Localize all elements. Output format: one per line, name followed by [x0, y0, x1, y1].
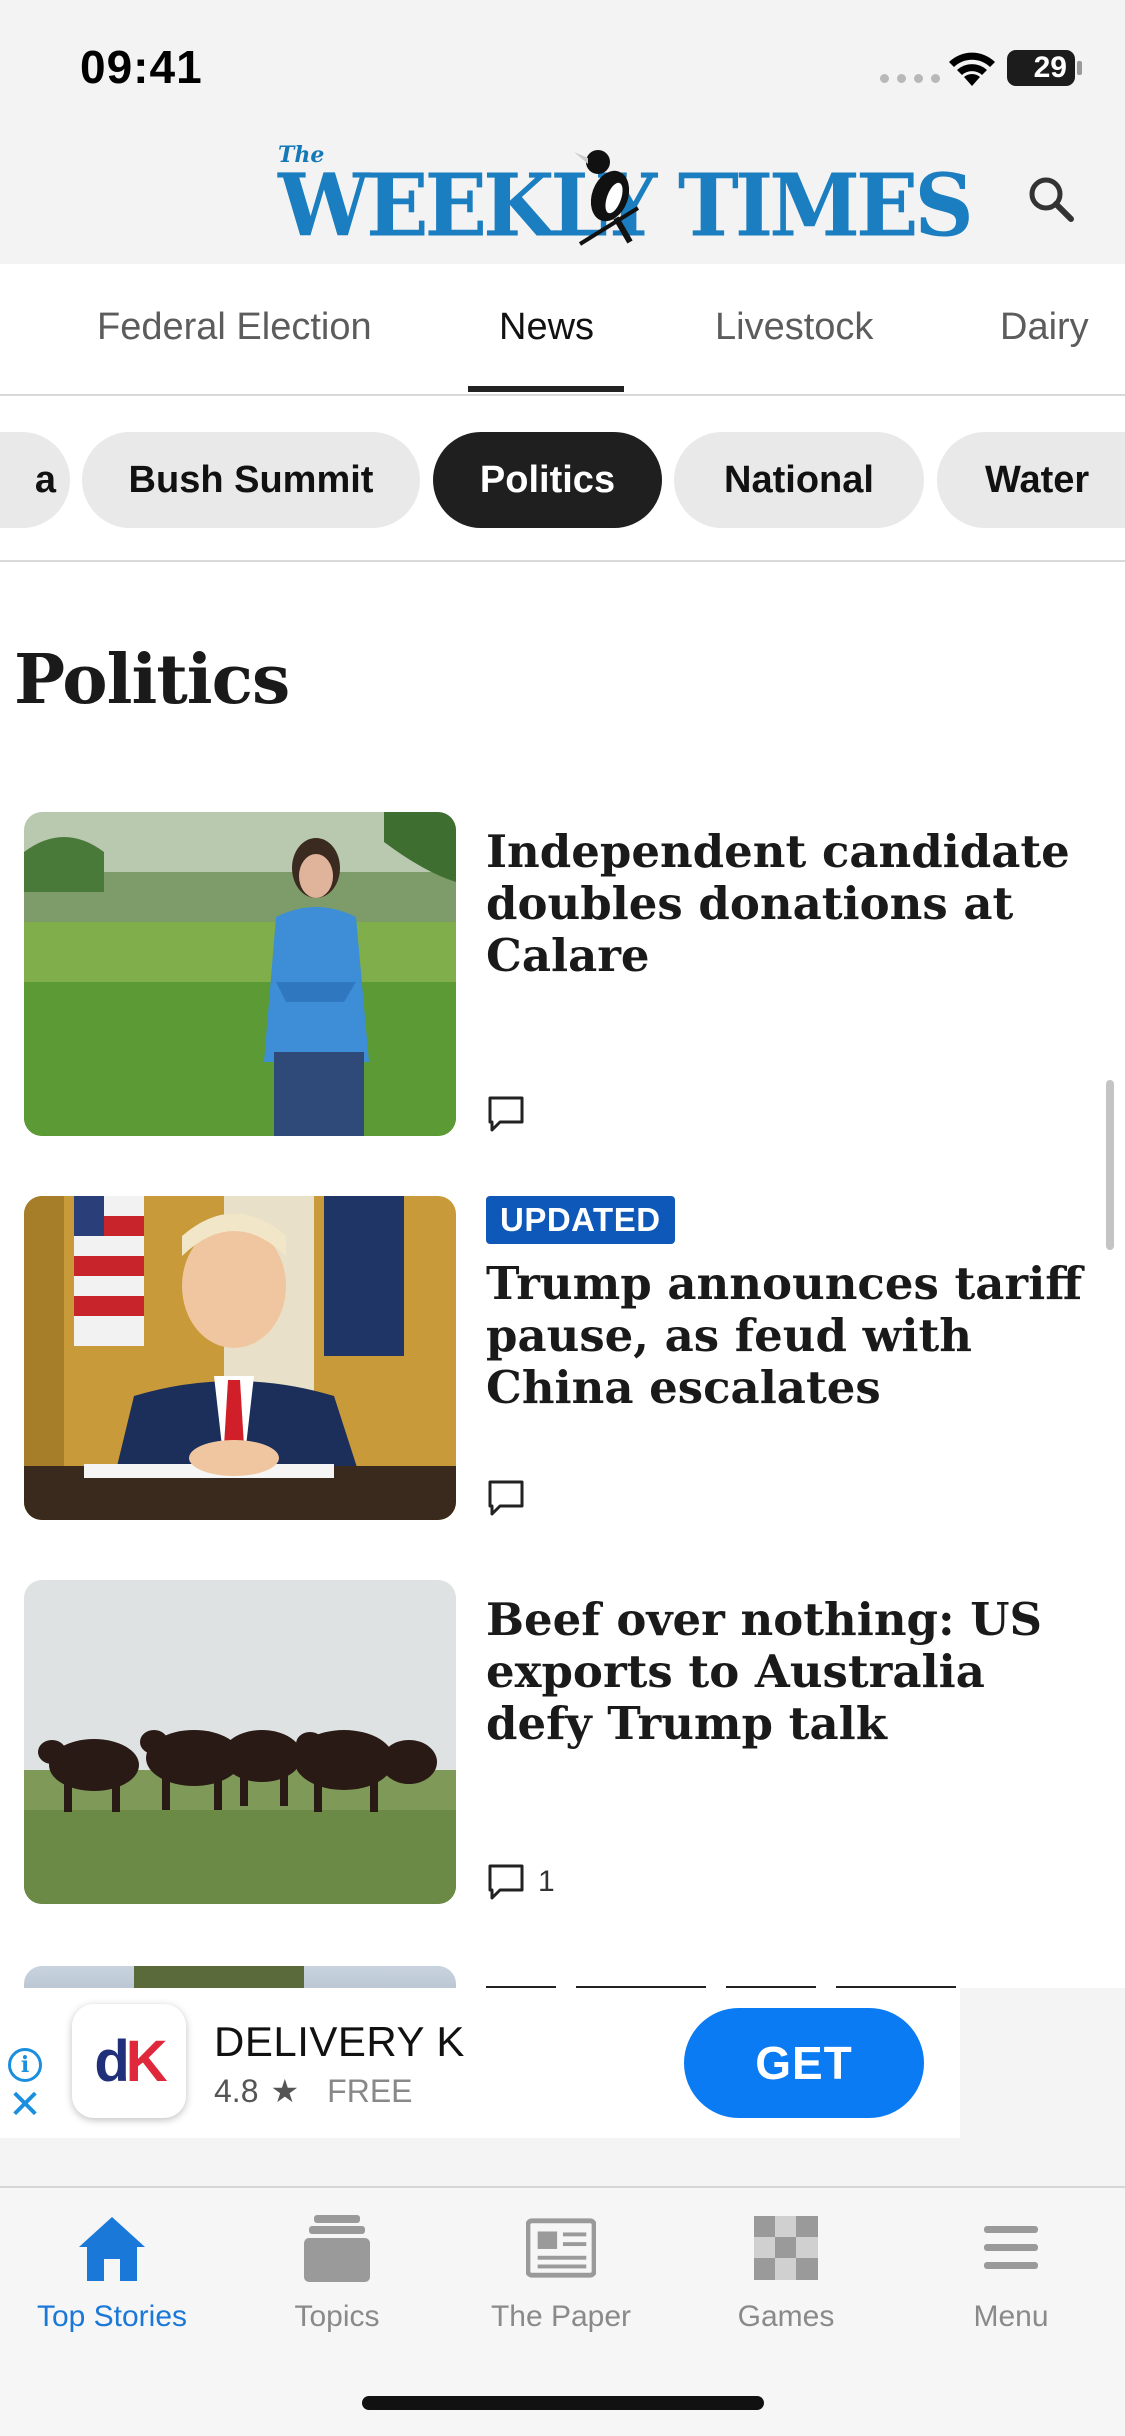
nav-label: Games — [737, 2300, 835, 2333]
comment-icon — [488, 1480, 524, 1516]
comment-count-value: 1 — [538, 1865, 555, 1898]
ad-meta: 4.8 ★ FREE — [214, 2072, 413, 2110]
comment-count[interactable]: 1 — [486, 1862, 555, 1902]
nav-label: Top Stories — [36, 2300, 188, 2333]
nav-menu[interactable]: Menu — [911, 2212, 1111, 2352]
ad-info-icon[interactable]: i — [8, 2048, 42, 2082]
home-icon — [77, 2212, 147, 2284]
cellular-signal-icon — [880, 74, 940, 83]
article-thumbnail[interactable] — [24, 1580, 456, 1904]
active-tab-indicator — [468, 386, 624, 392]
pill-partial[interactable]: a — [0, 432, 70, 528]
home-indicator[interactable] — [362, 2396, 764, 2410]
search-button[interactable] — [1020, 168, 1082, 230]
ad-app-icon[interactable]: dK — [72, 2004, 186, 2118]
weekly-times-logo[interactable]: The WEEKLY TIMES — [278, 138, 974, 258]
app-header: 09:41 29 The WEEKLY TIMES — [0, 0, 1125, 264]
tab-dairy[interactable]: Dairy — [1000, 306, 1089, 349]
battery-icon: 29 — [1007, 50, 1075, 86]
tab-federal-election[interactable]: Federal Election — [97, 306, 372, 349]
nav-top-stories[interactable]: Top Stories — [12, 2212, 212, 2352]
checkerboard-icon — [751, 2212, 821, 2284]
article-headline[interactable]: Independent candidate doubles donations … — [486, 826, 1086, 982]
article-thumbnail[interactable] — [24, 1196, 456, 1520]
section-tabs: Federal Election News Livestock Dairy — [0, 264, 1125, 396]
comment-count[interactable] — [486, 1094, 538, 1134]
ad-get-button[interactable]: GET — [684, 2008, 924, 2118]
comment-icon — [488, 1096, 524, 1132]
tab-news[interactable]: News — [499, 306, 594, 349]
ad-banner[interactable]: i ✕ dK DELIVERY K 4.8 ★ FREE GET — [0, 1988, 960, 2138]
pill-politics[interactable]: Politics — [433, 432, 662, 528]
pill-national[interactable]: National — [674, 432, 924, 528]
nav-the-paper[interactable]: The Paper — [461, 2212, 661, 2352]
nav-games[interactable]: Games — [686, 2212, 886, 2352]
stack-icon — [302, 2212, 372, 2284]
nav-label: The Paper — [490, 2300, 632, 2333]
article-card[interactable]: UPDATED Trump announces tariff pause, as… — [0, 1196, 1110, 1526]
page-title: Politics — [14, 640, 290, 720]
article-card[interactable]: Independent candidate doubles donations … — [0, 812, 1110, 1142]
newspaper-icon — [526, 2212, 596, 2284]
article-thumbnail[interactable] — [24, 812, 456, 1136]
ad-rating: 4.8 — [214, 2072, 259, 2109]
article-headline[interactable]: Trump announces tariff pause, as feud wi… — [486, 1258, 1086, 1414]
pill-bush-summit[interactable]: Bush Summit — [82, 432, 420, 528]
wifi-icon — [949, 52, 995, 86]
tab-livestock[interactable]: Livestock — [715, 306, 873, 349]
pill-water[interactable]: Water — [937, 432, 1125, 528]
magpie-bird-icon — [574, 150, 640, 246]
ad-banner-area: i ✕ dK DELIVERY K 4.8 ★ FREE GET — [0, 1988, 1125, 2186]
updated-badge: UPDATED — [486, 1196, 675, 1244]
ad-price: FREE — [327, 2072, 413, 2109]
menu-icon — [976, 2212, 1046, 2284]
battery-cap — [1077, 61, 1082, 75]
ad-close-icon[interactable]: ✕ — [8, 2085, 42, 2125]
article-card[interactable]: Beef over nothing: US exports to Austral… — [0, 1580, 1110, 1910]
status-time: 09:41 — [80, 41, 203, 93]
nav-topics[interactable]: Topics — [237, 2212, 437, 2352]
star-icon: ★ — [270, 2073, 300, 2109]
search-icon — [1029, 177, 1074, 222]
ad-app-name: DELIVERY K — [214, 2018, 465, 2065]
scrollbar[interactable] — [1106, 1080, 1114, 1250]
nav-label: Menu — [973, 2300, 1049, 2333]
battery-level: 29 — [1033, 51, 1067, 84]
comment-count[interactable] — [486, 1478, 538, 1518]
subsection-pills: a Bush Summit Politics National Water — [0, 398, 1125, 562]
article-headline[interactable]: Beef over nothing: US exports to Austral… — [486, 1594, 1086, 1750]
nav-label: Topics — [294, 2300, 380, 2333]
comment-icon — [488, 1864, 524, 1900]
